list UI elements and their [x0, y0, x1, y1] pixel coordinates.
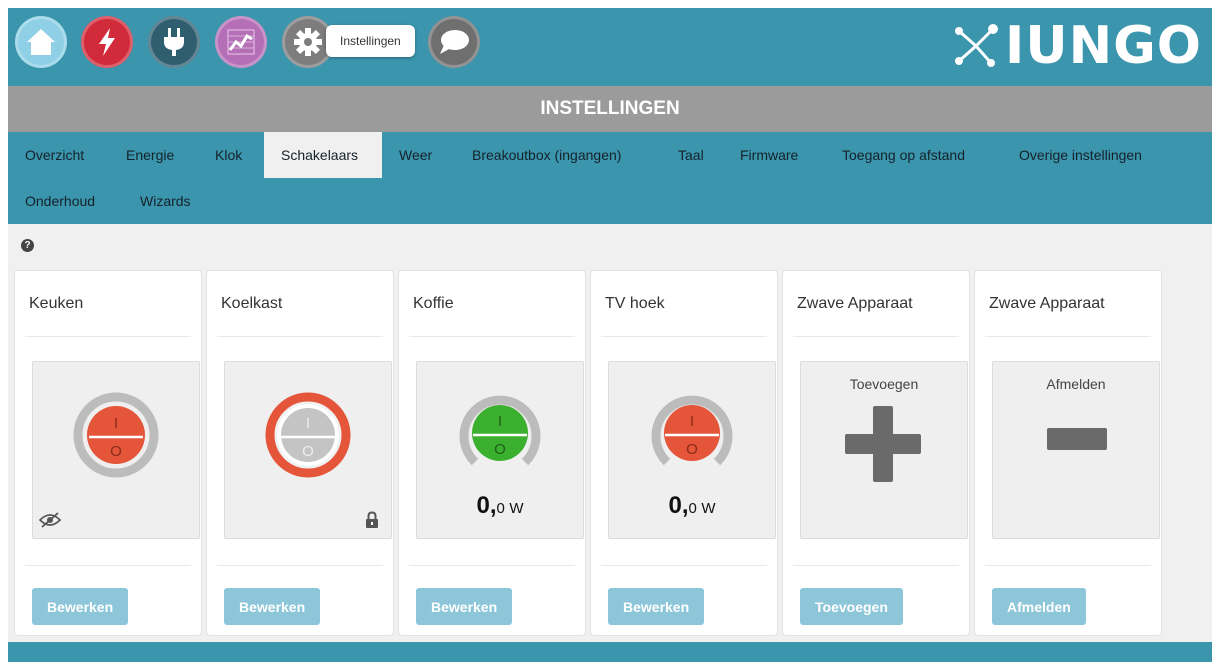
chat-button[interactable] [428, 16, 480, 68]
power-decimal: 0 [496, 500, 505, 517]
switch-panel: I O [224, 361, 392, 539]
tab-overzicht[interactable]: Overzicht [8, 132, 101, 178]
add-button[interactable]: Toevoegen [800, 588, 903, 625]
remove-label: Afmelden [1046, 376, 1106, 392]
divider [793, 336, 959, 337]
switch-card-tv-hoek: TV hoek I O 0,0 W Bewerken [590, 270, 778, 636]
switch-panel: I O [32, 361, 200, 539]
card-title: Koffie [413, 295, 454, 312]
settings-tabs: Overzicht Energie Klok Schakelaars Weer … [8, 132, 1212, 224]
divider [985, 565, 1151, 566]
speech-bubble-icon [440, 30, 469, 54]
top-nav: Instellingen IUNGO [8, 8, 1212, 86]
card-title: Zwave Apparaat [989, 295, 1105, 312]
lightning-icon [99, 28, 115, 56]
power-reading: 0,0 W [417, 492, 583, 520]
switches-button[interactable] [148, 16, 200, 68]
divider [25, 565, 191, 566]
iungo-logo: IUNGO [951, 14, 1202, 78]
tab-taal[interactable]: Taal [661, 132, 721, 178]
tab-breakoutbox[interactable]: Breakoutbox (ingangen) [455, 132, 638, 178]
add-label: Toevoegen [849, 376, 919, 392]
home-icon [27, 29, 55, 55]
plug-icon [164, 28, 184, 56]
settings-tooltip: Instellingen [326, 25, 415, 57]
power-integer: 0, [668, 492, 689, 519]
switch-off-mark: O [686, 441, 698, 458]
chart-icon [227, 29, 255, 55]
switch-off-mark: O [110, 443, 122, 460]
page-title: INSTELLINGEN [8, 86, 1212, 132]
edit-button[interactable]: Bewerken [416, 588, 513, 625]
graphs-button[interactable] [215, 16, 267, 68]
divider [409, 336, 575, 337]
switch-on-mark: I [306, 415, 310, 432]
help-icon[interactable]: ? [21, 239, 34, 252]
lock-icon [366, 511, 378, 528]
switch-card-koffie: Koffie I O 0,0 W Bewerken [398, 270, 586, 636]
zwave-card-remove: Zwave Apparaat Afmelden Afmelden [974, 270, 1162, 636]
network-logo-icon [955, 24, 999, 67]
edit-button[interactable]: Bewerken [224, 588, 321, 625]
tab-overige-instellingen[interactable]: Overige instellingen [1002, 132, 1159, 178]
divider [601, 565, 767, 566]
switch-off-mark: O [302, 443, 314, 460]
switch-on-mark: I [114, 415, 118, 432]
card-title: TV hoek [605, 295, 665, 312]
switches-content: ? Keuken I O Bewerken Koelkast I O Bewer… [8, 224, 1212, 642]
eye-slash-icon[interactable] [39, 512, 61, 528]
energy-button[interactable] [81, 16, 133, 68]
divider [217, 336, 383, 337]
switch-on-mark: I [690, 413, 694, 430]
card-title: Zwave Apparaat [797, 295, 913, 312]
divider [25, 336, 191, 337]
power-switch[interactable]: I O [73, 392, 159, 478]
edit-button[interactable]: Bewerken [608, 588, 705, 625]
zwave-card-add: Zwave Apparaat Toevoegen Toevoegen [782, 270, 970, 636]
power-switch[interactable]: I O [649, 390, 735, 476]
power-integer: 0, [476, 492, 497, 519]
divider [793, 565, 959, 566]
logo-text: IUNGO [1005, 16, 1202, 76]
add-panel[interactable]: Toevoegen [800, 361, 968, 539]
gear-icon [294, 28, 322, 56]
switch-card-koelkast: Koelkast I O Bewerken [206, 270, 394, 636]
switch-card-keuken: Keuken I O Bewerken [14, 270, 202, 636]
card-title: Koelkast [221, 295, 283, 312]
edit-button[interactable]: Bewerken [32, 588, 129, 625]
tab-firmware[interactable]: Firmware [723, 132, 815, 178]
tab-klok[interactable]: Klok [198, 132, 259, 178]
divider [217, 565, 383, 566]
switch-panel: I O 0,0 W [608, 361, 776, 539]
home-button[interactable] [15, 16, 67, 68]
footer-strip [8, 642, 1212, 662]
remove-button[interactable]: Afmelden [992, 588, 1086, 625]
switch-on-mark: I [498, 413, 502, 430]
tab-toegang-op-afstand[interactable]: Toegang op afstand [825, 132, 982, 178]
power-switch-locked: I O [265, 392, 351, 478]
power-unit: W [701, 500, 716, 517]
remove-panel[interactable]: Afmelden [992, 361, 1160, 539]
divider [985, 336, 1151, 337]
switch-panel: I O 0,0 W [416, 361, 584, 539]
minus-icon [1047, 428, 1107, 450]
switch-off-mark: O [494, 441, 506, 458]
plus-icon [845, 406, 921, 482]
tab-wizards[interactable]: Wizards [123, 178, 208, 224]
tab-weer[interactable]: Weer [382, 132, 449, 178]
app-frame: Instellingen IUNGO INSTELLINGEN Overzich… [8, 8, 1212, 662]
power-switch[interactable]: I O [457, 390, 543, 476]
power-unit: W [509, 500, 524, 517]
card-title: Keuken [29, 295, 84, 312]
power-reading: 0,0 W [609, 492, 775, 520]
tab-energie[interactable]: Energie [109, 132, 191, 178]
divider [601, 336, 767, 337]
divider [409, 565, 575, 566]
tab-onderhoud[interactable]: Onderhoud [8, 178, 112, 224]
power-decimal: 0 [688, 500, 697, 517]
tab-schakelaars[interactable]: Schakelaars [264, 132, 382, 178]
